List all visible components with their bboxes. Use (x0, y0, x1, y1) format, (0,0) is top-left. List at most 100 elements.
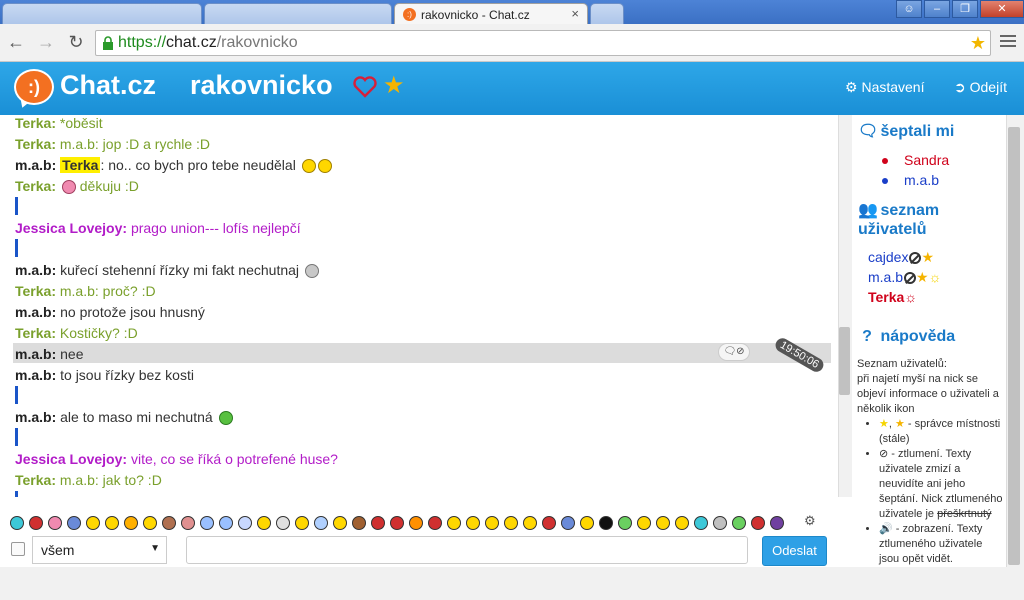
emoticon-button[interactable] (200, 516, 214, 530)
restore-icon[interactable]: ❐ (952, 0, 978, 18)
emoticon-button[interactable] (580, 516, 594, 530)
message-nick[interactable]: Terka: (15, 136, 56, 152)
site-name[interactable]: Chat.cz (60, 70, 156, 101)
send-button[interactable]: Odeslat (762, 536, 827, 566)
bookmark-star-icon[interactable]: ★ (970, 33, 986, 54)
reload-icon[interactable]: ↻ (64, 30, 88, 54)
emoticon-button[interactable] (713, 516, 727, 530)
emoticon-button[interactable] (466, 516, 480, 530)
emoticon-button[interactable] (751, 516, 765, 530)
browser-tab-active[interactable]: :) rakovnicko - Chat.cz × (394, 3, 588, 24)
emoticon-button[interactable] (618, 516, 632, 530)
message-actions[interactable]: 🗨⊘ (718, 343, 750, 361)
back-arrow-icon[interactable]: ← (4, 30, 28, 54)
settings-link[interactable]: ⚙ Nastavení (845, 79, 925, 96)
whisper-user-sandra[interactable]: Sandra (882, 152, 949, 168)
emoticon-button[interactable] (523, 516, 537, 530)
emoticon-button[interactable] (29, 516, 43, 530)
emoticon-button[interactable] (314, 516, 328, 530)
user-mab[interactable]: m.a.b ★☼ (868, 269, 941, 286)
whisper-user-mab[interactable]: m.a.b (882, 172, 939, 188)
chat-logo-icon[interactable]: :) (14, 69, 54, 105)
message-nick[interactable]: m.a.b: (15, 367, 56, 383)
emoticon-button[interactable] (162, 516, 176, 530)
message-text: m.a.b: proč? :D (55, 283, 156, 299)
emoticon-button[interactable] (86, 516, 100, 530)
message-nick[interactable]: Jessica Lovejoy: (15, 220, 127, 236)
emoticon-button[interactable] (143, 516, 157, 530)
browser-tab-1[interactable] (2, 3, 202, 24)
emoticon-button[interactable] (561, 516, 575, 530)
emoticon-button[interactable] (238, 516, 252, 530)
emoticon-button[interactable] (219, 516, 233, 530)
mention-highlight: Terka (60, 157, 101, 173)
vomit-emoticon-icon (218, 411, 233, 426)
emoticon-button[interactable] (637, 516, 651, 530)
whisper-title: šeptali mi (880, 123, 955, 140)
message-nick[interactable]: m.a.b: (15, 262, 56, 278)
message-nick[interactable]: Jessica Lovejoy: (15, 451, 127, 467)
user-terka[interactable]: Terka☼ (868, 289, 917, 305)
emoticon-button[interactable] (409, 516, 423, 530)
emoticon-button[interactable] (257, 516, 271, 530)
message-nick[interactable]: Terka: (15, 325, 56, 341)
emoticon-button[interactable] (276, 516, 290, 530)
message-input[interactable] (186, 536, 748, 564)
whisper-checkbox[interactable] (11, 542, 25, 556)
emoticon-button[interactable] (105, 516, 119, 530)
emoticon-button[interactable] (542, 516, 556, 530)
whisper-icon[interactable]: 🗨 (723, 346, 736, 357)
star-icon[interactable]: ★ (383, 73, 405, 99)
emoticon-button[interactable] (390, 516, 404, 530)
emoticon-button[interactable] (124, 516, 138, 530)
emoticon-button[interactable] (371, 516, 385, 530)
chat-messages[interactable]: Terka: *oběsit Terka: m.a.b: jop :D a ry… (0, 115, 852, 497)
message-text: to jsou řízky bez kosti (56, 367, 194, 383)
new-tab-button[interactable] (590, 3, 624, 24)
user-cajdex[interactable]: cajdex ★ (868, 249, 934, 266)
close-tab-icon[interactable]: × (571, 6, 579, 21)
emoticon-button[interactable] (656, 516, 670, 530)
emoticon-button[interactable] (675, 516, 689, 530)
message-nick[interactable]: m.a.b: (15, 304, 56, 320)
browser-menu-icon[interactable] (1000, 35, 1016, 49)
chat-scrollbar[interactable] (838, 115, 852, 497)
emoticon-settings-gear-icon[interactable]: ⚙ (804, 513, 816, 529)
question-icon: ? (862, 328, 872, 345)
address-bar[interactable]: https://chat.cz/rakovnicko ★ (95, 30, 991, 56)
sidebar-scrollbar-thumb[interactable] (1008, 127, 1020, 565)
emoticon-button[interactable] (770, 516, 784, 530)
emoticon-button[interactable] (181, 516, 195, 530)
user-name: m.a.b (868, 269, 904, 285)
emoticon-button[interactable] (485, 516, 499, 530)
recipient-select[interactable]: všem ▼ (32, 536, 167, 564)
logout-link[interactable]: ➲ Odejít (954, 79, 1007, 96)
browser-tab-2[interactable] (204, 3, 392, 24)
chat-scrollbar-thumb[interactable] (839, 327, 850, 395)
minimize-icon[interactable]: – (924, 0, 950, 18)
emoticon-button[interactable] (732, 516, 746, 530)
emoticon-button[interactable] (48, 516, 62, 530)
emoticon-button[interactable] (333, 516, 347, 530)
message-nick[interactable]: m.a.b: (15, 157, 56, 173)
emoticon-button[interactable] (295, 516, 309, 530)
emoticon-button[interactable] (67, 516, 81, 530)
emoticon-button[interactable] (599, 516, 613, 530)
heart-icon[interactable] (352, 74, 378, 100)
message-nick[interactable]: m.a.b: (15, 346, 56, 362)
emoticon-button[interactable] (10, 516, 24, 530)
emoticon-button[interactable] (447, 516, 461, 530)
emoticon-button[interactable] (352, 516, 366, 530)
message-nick[interactable]: m.a.b: (15, 409, 56, 425)
message-nick[interactable]: Terka: (15, 178, 56, 194)
message-nick[interactable]: Terka: (15, 472, 56, 488)
message-nick[interactable]: Terka: (15, 115, 56, 131)
close-window-icon[interactable]: ✕ (980, 0, 1024, 18)
emoticon-button[interactable] (694, 516, 708, 530)
message-nick[interactable]: Terka: (15, 283, 56, 299)
forward-arrow-icon[interactable]: → (34, 30, 58, 54)
user-profile-icon[interactable]: ☺ (896, 0, 922, 18)
emoticon-button[interactable] (428, 516, 442, 530)
emoticon-button[interactable] (504, 516, 518, 530)
mute-icon[interactable]: ⊘ (736, 346, 744, 357)
